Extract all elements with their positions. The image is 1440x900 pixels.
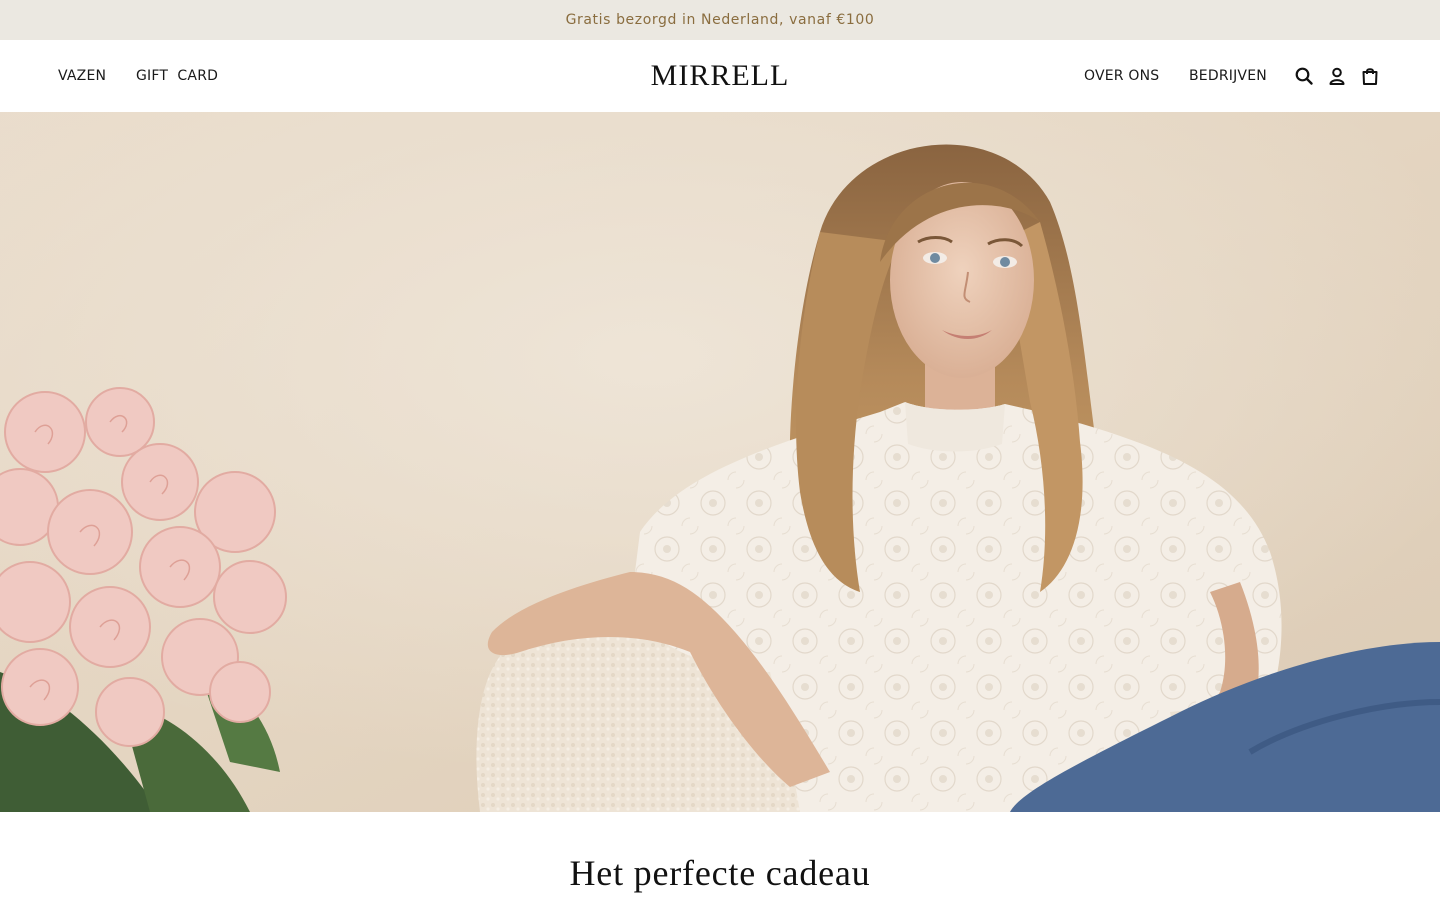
nav-gift-card[interactable]: GIFT CARD (136, 40, 218, 112)
woman-with-roses-photo (0, 112, 1440, 812)
site-header: VAZEN GIFT CARD MIRRELL OVER ONS BEDRIJV… (0, 40, 1440, 112)
nav-over-ons[interactable]: OVER ONS (1084, 40, 1159, 112)
hero-image (0, 112, 1440, 812)
search-icon[interactable] (1291, 63, 1317, 89)
cart-icon[interactable] (1357, 63, 1383, 89)
nav-bedrijven[interactable]: BEDRIJVEN (1189, 40, 1267, 112)
section-title: Het perfecte cadeau (569, 853, 871, 893)
site-logo[interactable]: MIRRELL (570, 40, 870, 112)
nav-vazen[interactable]: VAZEN (58, 40, 106, 112)
account-icon[interactable] (1324, 63, 1350, 89)
announcement-text: Gratis bezorgd in Nederland, vanaf €100 (565, 12, 875, 28)
announcement-bar: Gratis bezorgd in Nederland, vanaf €100 (0, 0, 1440, 40)
